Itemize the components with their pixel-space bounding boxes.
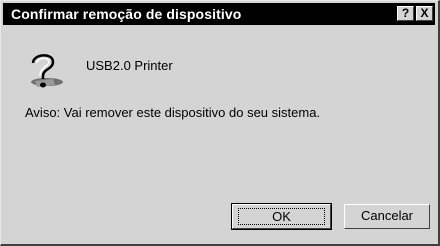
close-button[interactable]: X: [416, 6, 433, 21]
help-button[interactable]: ?: [397, 6, 414, 21]
title-bar[interactable]: Confirmar remoção de dispositivo ? X: [3, 3, 435, 25]
warning-message: Aviso: Vai remover este dispositivo do s…: [25, 105, 321, 120]
cancel-button[interactable]: Cancelar: [344, 204, 430, 229]
remove-device-dialog: Confirmar remoção de dispositivo ? X USB…: [0, 0, 440, 246]
unknown-device-icon: [31, 54, 63, 88]
ok-button[interactable]: OK: [231, 203, 332, 230]
device-name: USB2.0 Printer: [86, 58, 173, 73]
dialog-title: Confirmar remoção de dispositivo: [11, 6, 242, 22]
ok-button-label: OK: [238, 208, 325, 225]
